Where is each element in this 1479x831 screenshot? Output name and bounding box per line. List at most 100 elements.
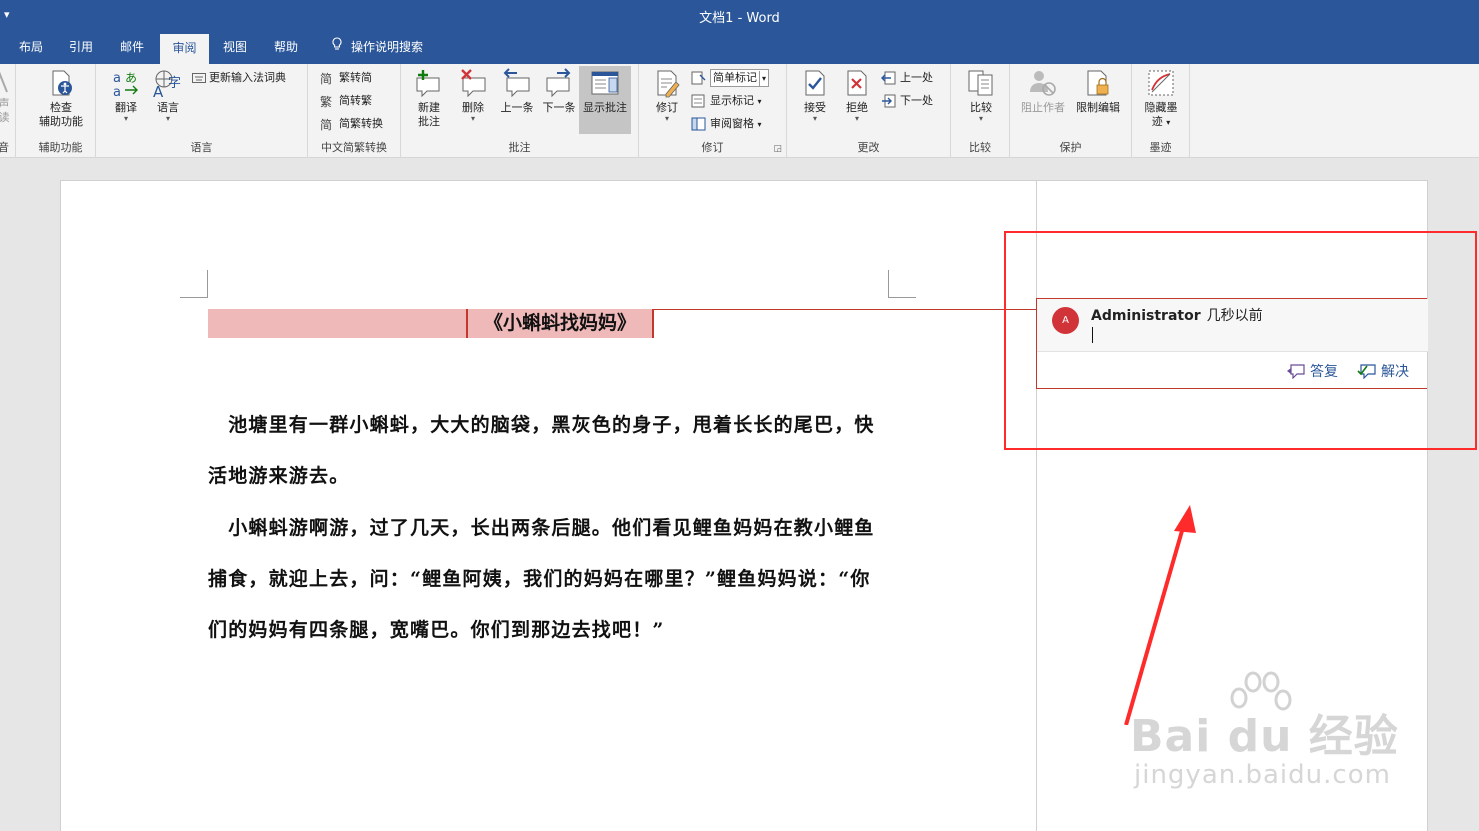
show-comments-button[interactable]: 显示批注 (579, 66, 631, 134)
paragraph-1[interactable]: 池塘里有一群小蝌蚪，大大的脑袋，黑灰色的身子，甩着长长的尾巴，快活地游来游去。 (208, 400, 888, 502)
check-accessibility-line1: 检查 (50, 101, 72, 114)
tab-review[interactable]: 审阅 (160, 34, 209, 64)
read-aloud-icon (0, 71, 8, 93)
delete-comment-button[interactable]: 删除 ▾ (451, 68, 495, 123)
traditional-to-simplified-button[interactable]: 简繁转简 (320, 68, 372, 88)
lightbulb-icon (331, 32, 343, 62)
paragraph-2[interactable]: 小蝌蚪游啊游，过了几天，长出两条后腿。他们看见鲤鱼妈妈在教小鲤鱼捕食，就迎上去，… (208, 503, 888, 656)
reject-button[interactable]: 拒绝 ▾ (839, 68, 875, 123)
show-markup-button[interactable]: 显示标记 ▾ (691, 91, 762, 111)
svg-text:繁: 繁 (320, 94, 332, 108)
group-label-language: 语言 (190, 141, 213, 154)
previous-change-icon (881, 71, 896, 85)
document-title[interactable]: 《小蝌蚪找妈妈》 (466, 309, 654, 338)
update-ime-dictionary-button[interactable]: 更新输入法词典 (192, 68, 286, 88)
group-label-comments: 批注 (508, 141, 531, 154)
accessibility-check-icon (52, 70, 72, 96)
svg-text:あ: あ (125, 71, 137, 85)
group-label-tracking: 修订 (701, 141, 724, 154)
track-changes-icon (657, 70, 680, 98)
language-label: 语言 (157, 101, 179, 114)
svg-text:简: 简 (320, 72, 332, 85)
annotation-highlight-frame (1004, 231, 1477, 450)
group-accessibility: 检查 辅助功能 辅助功能 (26, 64, 96, 158)
language-icon: A 字 (153, 70, 181, 98)
previous-comment-button[interactable]: 上一条 (495, 68, 539, 115)
simplified-to-traditional-icon: 繁 (320, 94, 332, 109)
svg-text:a: a (113, 85, 121, 98)
chinese-conversion-button[interactable]: 简简繁转换 (320, 114, 383, 134)
next-comment-button[interactable]: 下一条 (537, 68, 581, 115)
svg-text:a: a (113, 71, 121, 86)
translate-label: 翻译 (115, 101, 137, 114)
markup-mode-dropdown[interactable]: 简单标记 ▾ (691, 68, 770, 88)
hide-ink-button[interactable]: 隐藏墨 迹 ▾ (1138, 68, 1184, 130)
group-comments: 新建 批注 删除 ▾ 上一条 下一条 显示批注 批注 (401, 64, 639, 158)
svg-text:字: 字 (168, 76, 181, 91)
title-bar: ▾ 文档1 - Word (0, 0, 1479, 32)
new-comment-button[interactable]: 新建 批注 (407, 68, 451, 129)
new-comment-icon (416, 70, 440, 98)
reject-icon (847, 70, 867, 96)
restrict-editing-button[interactable]: 限制编辑 (1070, 68, 1126, 115)
accept-icon (805, 70, 825, 96)
language-button[interactable]: A 字 语言 ▾ (148, 68, 188, 123)
ribbon-tabs: 布局 引用 邮件 审阅 视图 帮助 操作说明搜索 (0, 32, 1479, 64)
previous-comment-icon (503, 68, 530, 98)
next-change-button[interactable]: 下一处 (881, 91, 933, 111)
simplified-to-traditional-button[interactable]: 繁简转繁 (320, 91, 372, 111)
show-markup-icon (691, 94, 705, 108)
margin-crop-mark-right (888, 270, 916, 298)
check-accessibility-line2: 辅助功能 (39, 115, 83, 128)
track-changes-button[interactable]: 修订 ▾ (647, 68, 687, 123)
translate-icon: a あ a (113, 71, 138, 98)
group-chinese-conversion: 简繁转简 繁简转繁 简简繁转换 中文简繁转换 (308, 64, 401, 158)
group-label-protect: 保护 (1059, 141, 1082, 154)
group-language: a あ a 翻译 ▾ A 字 语言 ▾ 更新输入法词典 语言 (96, 64, 308, 158)
tab-references[interactable]: 引用 (58, 32, 104, 64)
markup-mode-icon (691, 71, 706, 85)
tab-mailings[interactable]: 邮件 (109, 32, 155, 64)
ribbon: 声读 音 检查 辅助功能 辅助功能 a あ a 翻译 ▾ A 字 语言 ▾ 更新… (0, 64, 1479, 158)
delete-comment-icon (461, 69, 486, 98)
comment-connector-line (654, 309, 1037, 310)
tell-me-label: 操作说明搜索 (350, 40, 423, 54)
compare-icon (968, 70, 993, 96)
tab-layout[interactable]: 布局 (8, 32, 54, 64)
previous-change-button[interactable]: 上一处 (881, 68, 933, 88)
group-label-ink: 墨迹 (1149, 141, 1172, 154)
svg-text:简: 简 (320, 118, 332, 131)
block-authors-button[interactable]: 阻止作者 (1016, 68, 1070, 115)
tab-tell-me[interactable]: 操作说明搜索 (322, 32, 432, 64)
translate-button[interactable]: a あ a 翻译 ▾ (106, 68, 146, 123)
traditional-to-simplified-icon: 简 (320, 72, 332, 86)
window-title: 文档1 - Word (699, 11, 780, 26)
show-comments-icon (591, 71, 619, 95)
reviewing-pane-icon (691, 117, 706, 131)
group-tracking: 修订 ▾ 简单标记 ▾ 显示标记 ▾ 审阅窗格 ▾ 修订 ◲ (639, 64, 787, 158)
tracking-options-launcher-icon[interactable]: ◲ (773, 144, 782, 154)
next-comment-icon (546, 68, 571, 98)
group-label-compare: 比较 (969, 141, 991, 154)
watermark-brand: Bai du 经验 (1130, 711, 1399, 762)
next-change-icon (882, 94, 896, 108)
baidu-jingyan-watermark: Bai du 经验 jingyan.baidu.com (1130, 668, 1410, 798)
group-label-chinese-conversion: 中文简繁转换 (321, 141, 387, 154)
hide-ink-icon (1148, 70, 1174, 96)
reviewing-pane-button[interactable]: 审阅窗格 ▾ (691, 114, 762, 134)
tab-view[interactable]: 视图 (212, 32, 258, 64)
margin-crop-mark-left (180, 270, 208, 298)
group-speech: 声读 音 (0, 64, 16, 158)
group-protect: 阻止作者 限制编辑 保护 (1010, 64, 1132, 158)
group-compare: 比较 ▾ 比较 (951, 64, 1010, 158)
check-accessibility-button[interactable]: 检查 辅助功能 (26, 68, 96, 129)
tab-help[interactable]: 帮助 (263, 32, 309, 64)
group-label-speech: 音 (0, 141, 9, 154)
read-aloud-button[interactable]: 声读 (0, 68, 12, 125)
watermark-url: jingyan.baidu.com (1134, 760, 1391, 790)
keyboard-icon (192, 73, 206, 83)
accept-button[interactable]: 接受 ▾ (797, 68, 833, 123)
compare-button[interactable]: 比较 ▾ (961, 68, 1001, 123)
group-label-changes: 更改 (857, 141, 880, 154)
block-authors-icon (1030, 71, 1056, 96)
